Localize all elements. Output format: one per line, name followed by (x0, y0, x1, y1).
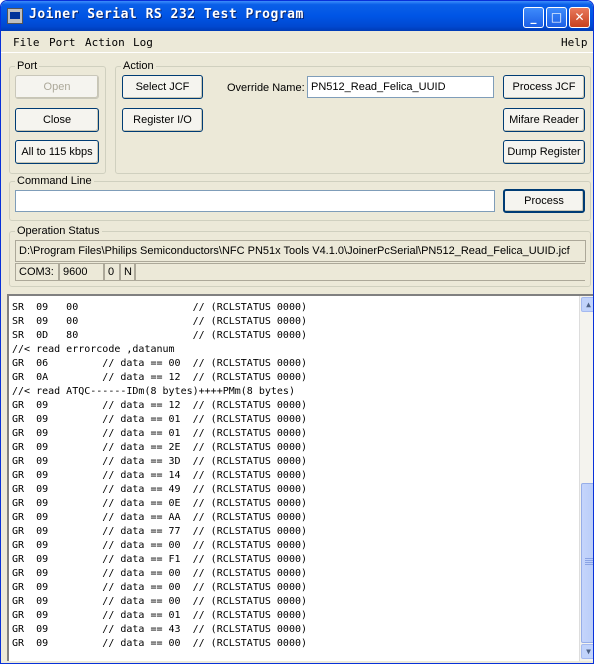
app-window: Joiner Serial RS 232 Test Program _ □ ✕ … (0, 0, 594, 664)
action-legend: Action (121, 60, 156, 73)
port-legend: Port (15, 60, 40, 73)
log-line: GR 09 // data == 0E // (RCLSTATUS 0000) (12, 498, 308, 509)
menu-action[interactable]: Action (85, 36, 125, 49)
log-line: GR 09 // data == 01 // (RCLSTATUS 0000) (12, 414, 308, 425)
scrollbar-grip-icon (585, 558, 593, 566)
log-line: GR 09 // data == 00 // (RCLSTATUS 0000) (12, 638, 308, 649)
log-line: GR 09 // data == 77 // (RCLSTATUS 0000) (12, 526, 308, 537)
log-line: SR 0D 80 // (RCLSTATUS 0000) (12, 330, 308, 341)
menu-bar: File Port Action Log Help (1, 31, 593, 53)
scrollbar-thumb[interactable] (581, 483, 593, 643)
operation-status-legend: Operation Status (15, 225, 102, 238)
jcf-path-display: D:\Program Files\Philips Semiconductors\… (15, 240, 586, 262)
log-line: GR 09 // data == 01 // (RCLSTATUS 0000) (12, 428, 308, 439)
app-icon (7, 8, 23, 24)
log-line: GR 06 // data == 00 // (RCLSTATUS 0000) (12, 358, 308, 369)
log-output[interactable]: SR 09 00 // (RCLSTATUS 0000) SR 09 00 // … (7, 294, 593, 661)
scroll-down-arrow-icon[interactable]: ▼ (581, 644, 593, 659)
log-line: GR 09 // data == AA // (RCLSTATUS 0000) (12, 512, 308, 523)
minimize-button[interactable]: _ (523, 7, 544, 28)
maximize-button[interactable]: □ (546, 7, 567, 28)
log-line: GR 09 // data == 14 // (RCLSTATUS 0000) (12, 470, 308, 481)
command-line-input[interactable] (15, 190, 495, 212)
override-name-label: Override Name: (227, 82, 305, 94)
menu-file[interactable]: File (13, 36, 40, 49)
log-line: GR 09 // data == 00 // (RCLSTATUS 0000) (12, 540, 308, 551)
log-line: //< read errorcode ,datanum (12, 344, 175, 355)
window-title: Joiner Serial RS 232 Test Program (29, 7, 304, 22)
baud-status: 9600 (59, 263, 104, 281)
process-button[interactable]: Process (503, 189, 585, 213)
close-window-button[interactable]: ✕ (569, 7, 590, 28)
log-line: GR 0A // data == 12 // (RCLSTATUS 0000) (12, 372, 308, 383)
log-lines: SR 09 00 // (RCLSTATUS 0000) SR 09 00 // … (12, 301, 572, 651)
menu-help[interactable]: Help (561, 36, 588, 49)
scroll-up-arrow-icon[interactable]: ▲ (581, 297, 593, 312)
process-jcf-button[interactable]: Process JCF (503, 75, 585, 99)
log-line: GR 09 // data == 00 // (RCLSTATUS 0000) (12, 568, 308, 579)
command-line-legend: Command Line (15, 175, 94, 188)
status-empty (135, 263, 585, 281)
log-line: GR 09 // data == 01 // (RCLSTATUS 0000) (12, 610, 308, 621)
log-line: GR 09 // data == 3D // (RCLSTATUS 0000) (12, 456, 308, 467)
mifare-reader-button[interactable]: Mifare Reader (503, 108, 585, 132)
status-flag-1: 0 (104, 263, 120, 281)
status-flag-2: N (120, 263, 135, 281)
log-line: SR 09 00 // (RCLSTATUS 0000) (12, 316, 308, 327)
title-bar[interactable]: Joiner Serial RS 232 Test Program _ □ ✕ (1, 1, 593, 31)
log-line: GR 09 // data == 12 // (RCLSTATUS 0000) (12, 400, 308, 411)
menu-port[interactable]: Port (49, 36, 76, 49)
log-line: GR 09 // data == 49 // (RCLSTATUS 0000) (12, 484, 308, 495)
log-line: SR 09 00 // (RCLSTATUS 0000) (12, 302, 308, 313)
vertical-scrollbar[interactable]: ▲ ▼ (579, 296, 593, 661)
open-button[interactable]: Open (15, 75, 99, 99)
close-button[interactable]: Close (15, 108, 99, 132)
override-name-input[interactable]: PN512_Read_Felica_UUID (307, 76, 494, 98)
all-to-115kbps-button[interactable]: All to 115 kbps (15, 140, 99, 164)
dump-register-button[interactable]: Dump Register (503, 140, 585, 164)
log-line: GR 09 // data == F1 // (RCLSTATUS 0000) (12, 554, 308, 565)
log-line: GR 09 // data == 00 // (RCLSTATUS 0000) (12, 596, 308, 607)
log-line: //< read ATQC------IDm(8 bytes)++++PMm(8… (12, 386, 295, 397)
log-line: GR 09 // data == 00 // (RCLSTATUS 0000) (12, 582, 308, 593)
log-line: GR 09 // data == 43 // (RCLSTATUS 0000) (12, 624, 308, 635)
register-io-button[interactable]: Register I/O (122, 108, 203, 132)
log-line: GR 09 // data == 2E // (RCLSTATUS 0000) (12, 442, 308, 453)
select-jcf-button[interactable]: Select JCF (122, 75, 203, 99)
com-port-status: COM3: (15, 263, 59, 281)
menu-log[interactable]: Log (133, 36, 153, 49)
